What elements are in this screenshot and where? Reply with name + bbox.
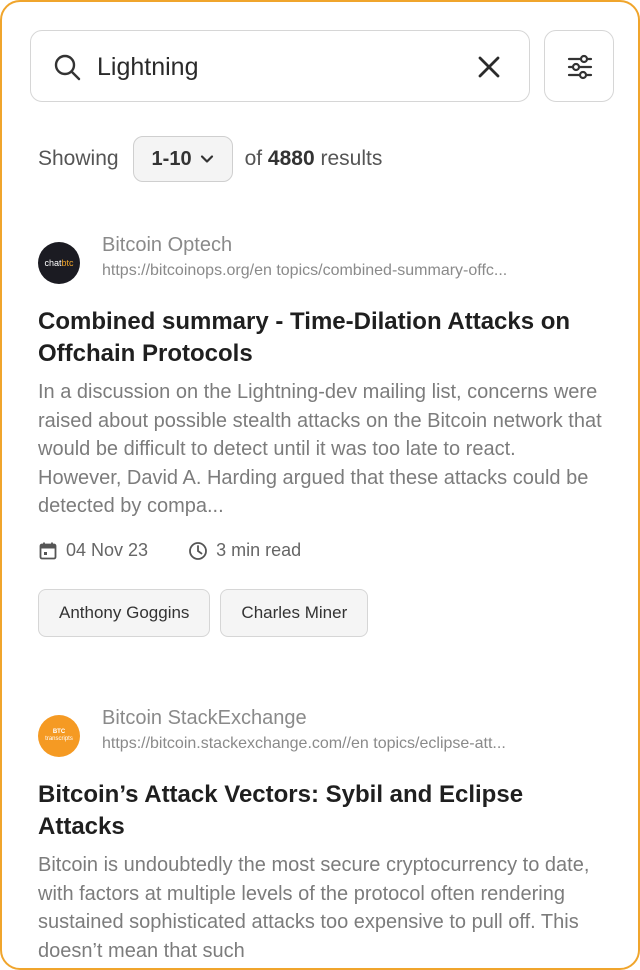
result-title[interactable]: Combined summary - Time-Dilation Attacks… bbox=[38, 306, 604, 370]
close-icon[interactable] bbox=[475, 53, 503, 81]
clock-icon bbox=[189, 541, 207, 560]
calendar-icon bbox=[39, 542, 57, 559]
source-logo: chat btc bbox=[38, 242, 80, 284]
filter-button[interactable] bbox=[544, 30, 614, 102]
search-icon bbox=[54, 54, 81, 81]
range-select[interactable]: 1-10 bbox=[132, 136, 233, 182]
date: 04 Nov 23 bbox=[38, 540, 148, 561]
search-results-panel: Showing 1-10 of 4880 results chatbtc Bit… bbox=[0, 0, 640, 970]
read-time: 3 min read bbox=[188, 540, 301, 561]
search-input[interactable] bbox=[97, 45, 457, 89]
result-snippet: Bitcoin is undoubtedly the most secure c… bbox=[38, 854, 590, 962]
source-row: chat btc Bitcoin Optech https://bitcoinop… bbox=[38, 234, 604, 288]
author-tags: Anthony Goggins Charles Miner bbox=[38, 588, 604, 637]
result-snippet: In a discussion on the Lightning-dev mai… bbox=[38, 381, 602, 517]
pagination-summary: Showing 1-10 of 4880 results bbox=[38, 136, 382, 182]
results-label: results bbox=[320, 147, 383, 170]
result-meta: 04 Nov 23 3 min read bbox=[38, 539, 604, 563]
results-count: of 4880 results bbox=[245, 147, 383, 171]
source-row: BTC transcripts Bitcoin StackExchange ht… bbox=[38, 707, 604, 761]
source-url[interactable]: https://bitcoin.stackexchange.com//en to… bbox=[102, 735, 602, 753]
range-value: 1-10 bbox=[151, 147, 192, 170]
source-url[interactable]: https://bitcoinops.org/en topics/combine… bbox=[102, 262, 602, 280]
sliders-icon bbox=[567, 54, 593, 80]
source-logo: BTC transcripts bbox=[38, 715, 80, 757]
search-row bbox=[30, 30, 614, 102]
source-name: Bitcoin Optech bbox=[102, 234, 233, 256]
of-label: of bbox=[244, 147, 263, 170]
chevron-down-icon bbox=[200, 155, 213, 163]
author-tag[interactable]: Charles Miner bbox=[220, 588, 369, 637]
showing-label: Showing bbox=[38, 147, 119, 170]
result-card: BTC transcripts Bitcoin StackExchange ht… bbox=[38, 707, 604, 965]
search-box[interactable] bbox=[30, 30, 530, 102]
total-count: 4880 bbox=[267, 147, 315, 170]
result-card: chat btc Bitcoin Optech https://bitcoinop… bbox=[38, 234, 604, 637]
author-tag[interactable]: Anthony Goggins bbox=[38, 588, 211, 637]
source-name: Bitcoin StackExchange bbox=[102, 707, 307, 729]
result-title[interactable]: Bitcoin’s Attack Vectors: Sybil and Ecli… bbox=[38, 779, 604, 843]
